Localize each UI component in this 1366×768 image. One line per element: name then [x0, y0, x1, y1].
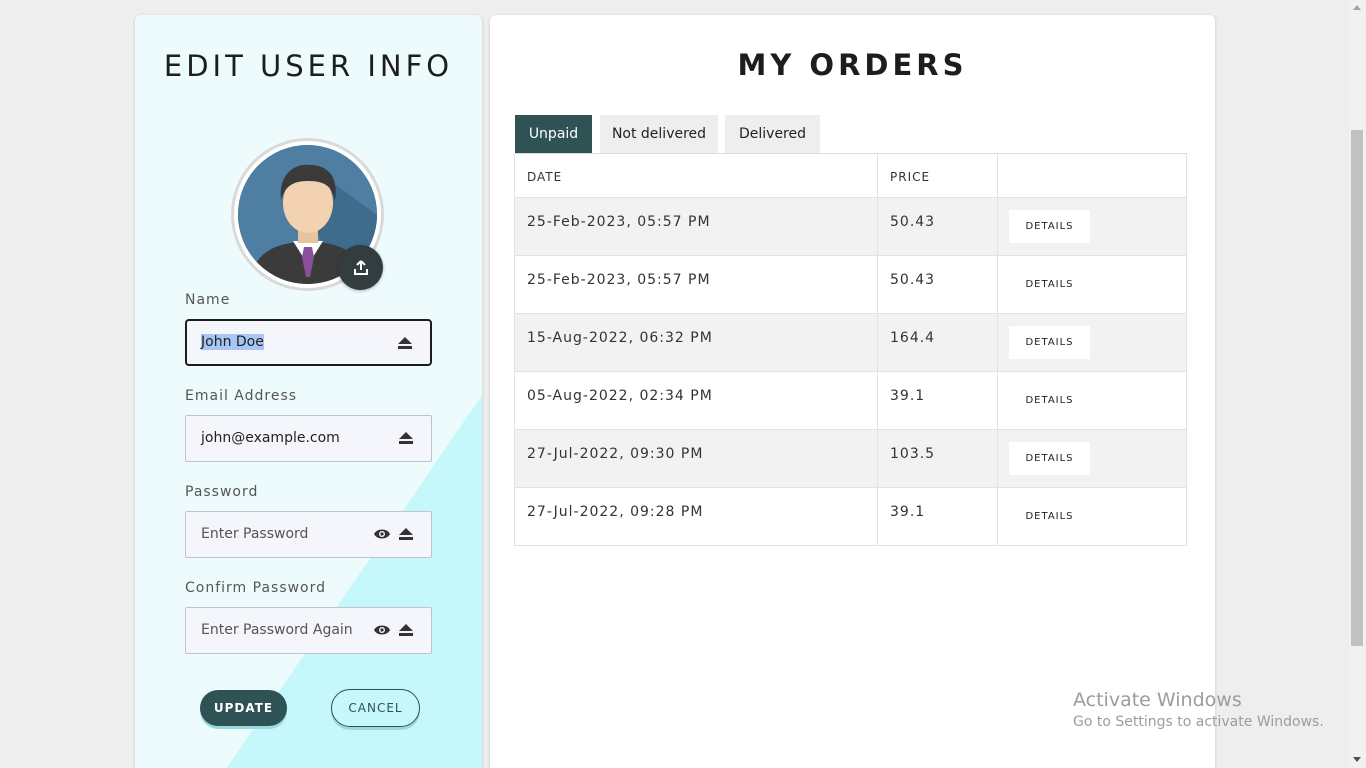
order-date: 27-Jul-2022, 09:28 PM [527, 504, 704, 520]
details-button[interactable]: DETAILS [1009, 210, 1090, 243]
password-field[interactable]: Enter Password [185, 511, 432, 558]
order-date: 25-Feb-2023, 05:57 PM [527, 214, 711, 230]
order-date: 27-Jul-2022, 09:30 PM [527, 446, 704, 462]
eject-icon [399, 624, 413, 636]
order-price: 39.1 [890, 504, 926, 520]
table-row: 25-Feb-2023, 05:57 PM 50.43 DETAILS [514, 256, 1187, 314]
order-price: 50.43 [890, 214, 936, 230]
email-field[interactable]: john@example.com [185, 415, 432, 462]
price-column-header: PRICE [890, 170, 931, 184]
table-row: 05-Aug-2022, 02:34 PM 39.1 DETAILS [514, 372, 1187, 430]
order-price: 164.4 [890, 330, 936, 346]
my-orders-panel: MY ORDERS Unpaid Not delivered Delivered… [490, 15, 1215, 768]
table-row: 27-Jul-2022, 09:30 PM 103.5 DETAILS [514, 430, 1187, 488]
upload-icon [353, 259, 368, 275]
details-button[interactable]: DETAILS [1009, 326, 1090, 359]
page-scrollbar[interactable] [1349, 0, 1366, 768]
name-value: John Doe [201, 334, 264, 350]
table-row: 27-Jul-2022, 09:28 PM 39.1 DETAILS [514, 488, 1187, 546]
activate-windows-title: Activate Windows [1073, 689, 1242, 711]
eject-icon [399, 432, 413, 444]
update-button[interactable]: UPDATE [200, 690, 287, 726]
eject-icon [399, 528, 413, 540]
order-price: 39.1 [890, 388, 926, 404]
order-date: 25-Feb-2023, 05:57 PM [527, 272, 711, 288]
password-label: Password [185, 484, 259, 500]
tab-delivered[interactable]: Delivered [725, 115, 820, 153]
details-button[interactable]: DETAILS [1009, 500, 1090, 533]
eye-icon[interactable] [373, 527, 391, 541]
password-placeholder: Enter Password [201, 526, 309, 542]
table-row: 15-Aug-2022, 06:32 PM 164.4 DETAILS [514, 314, 1187, 372]
eye-icon[interactable] [373, 623, 391, 637]
table-row: 25-Feb-2023, 05:57 PM 50.43 DETAILS [514, 198, 1187, 256]
activate-windows-subtitle: Go to Settings to activate Windows. [1073, 714, 1324, 730]
order-date: 15-Aug-2022, 06:32 PM [527, 330, 713, 346]
order-price: 50.43 [890, 272, 936, 288]
email-label: Email Address [185, 388, 298, 404]
details-button[interactable]: DETAILS [1009, 268, 1090, 301]
details-button[interactable]: DETAILS [1009, 384, 1090, 417]
date-column-header: DATE [527, 170, 563, 184]
orders-table: DATE PRICE 25-Feb-2023, 05:57 PM 50.43 D… [514, 154, 1187, 546]
cancel-button[interactable]: CANCEL [331, 689, 420, 727]
tab-not-delivered[interactable]: Not delivered [600, 115, 718, 153]
confirm-password-field[interactable]: Enter Password Again [185, 607, 432, 654]
table-header: DATE PRICE [514, 154, 1187, 198]
name-label: Name [185, 292, 231, 308]
scroll-up-arrow-icon[interactable] [1353, 5, 1361, 10]
order-price: 103.5 [890, 446, 936, 462]
tab-unpaid[interactable]: Unpaid [515, 115, 592, 153]
order-date: 05-Aug-2022, 02:34 PM [527, 388, 713, 404]
name-field[interactable]: John Doe [185, 319, 432, 366]
edit-user-title: EDIT USER INFO [163, 49, 454, 83]
my-orders-title: MY ORDERS [737, 48, 968, 82]
confirm-password-placeholder: Enter Password Again [201, 622, 353, 638]
eject-icon [398, 337, 412, 349]
scrollbar-thumb[interactable] [1351, 130, 1363, 646]
upload-photo-button[interactable] [338, 245, 383, 290]
confirm-password-label: Confirm Password [185, 580, 327, 596]
details-button[interactable]: DETAILS [1009, 442, 1090, 475]
edit-user-panel: EDIT USER INFO Name John Doe Email Addre… [135, 15, 482, 768]
scroll-down-arrow-icon[interactable] [1353, 757, 1361, 762]
email-value: john@example.com [201, 430, 340, 446]
